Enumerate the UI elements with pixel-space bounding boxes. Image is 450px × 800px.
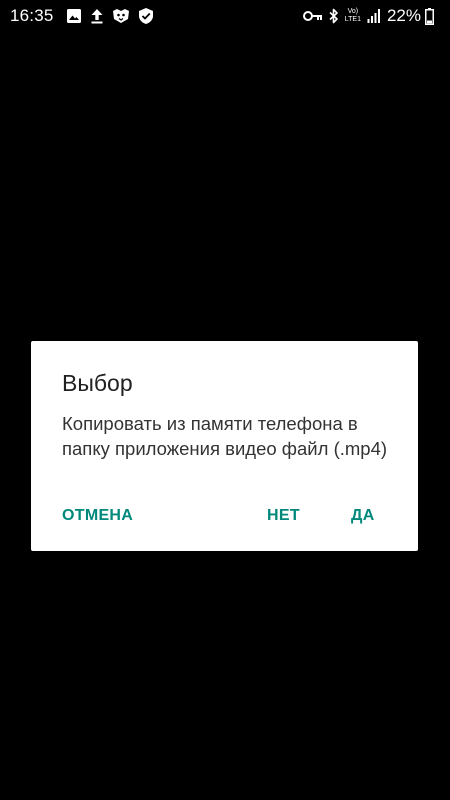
upload-icon	[90, 8, 104, 24]
status-bar-left: 16:35	[10, 6, 162, 26]
no-button[interactable]: НЕТ	[267, 507, 300, 525]
dialog-message: Копировать из памяти телефона в папку пр…	[62, 413, 388, 459]
status-bar: 16:35 Vo) LTE1 22%	[0, 0, 450, 32]
cancel-button[interactable]: ОТМЕНА	[62, 507, 133, 525]
status-bar-right: Vo) LTE1 22%	[302, 6, 440, 26]
volte-label: Vo)	[347, 8, 359, 15]
battery-percent: 22%	[386, 6, 421, 25]
image-icon	[66, 8, 82, 24]
dialog-title: Выбор	[62, 370, 133, 396]
signal-icon	[367, 8, 381, 24]
yes-button[interactable]: ДА	[351, 507, 375, 525]
dialog-button-bar: ОТМЕНА НЕТ ДА	[31, 507, 418, 529]
shield-check-icon	[138, 7, 154, 25]
bluetooth-icon	[329, 8, 339, 24]
choice-dialog: Выбор Копировать из памяти телефона в па…	[31, 341, 418, 551]
volte-lte-icon: Vo) LTE1	[345, 8, 361, 24]
lte-label: LTE1	[344, 16, 361, 23]
battery-icon	[425, 7, 434, 25]
status-time: 16:35	[10, 6, 54, 25]
key-icon	[302, 10, 323, 22]
lion-app-icon	[112, 8, 130, 24]
